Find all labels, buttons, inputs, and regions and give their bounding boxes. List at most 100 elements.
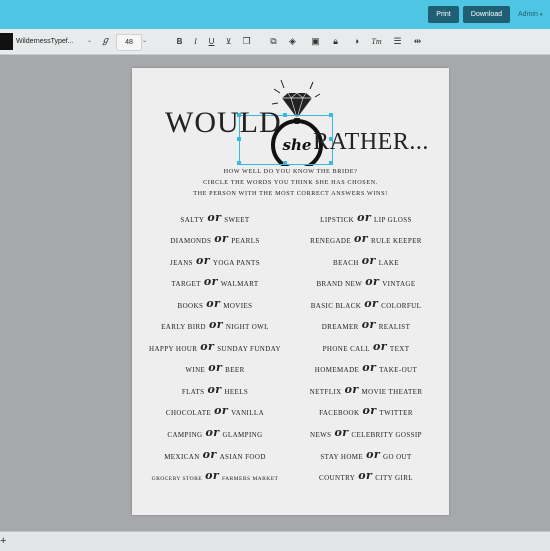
title-would[interactable]: WOULD — [165, 108, 282, 138]
list-item[interactable]: CHOCOLATE or VANILLA — [142, 404, 288, 419]
list-item[interactable]: NETFLIX or MOVIE THEATER — [292, 383, 440, 398]
option-a: BEACH — [333, 259, 359, 267]
list-item[interactable]: BASIC BLACK or COLORFUL — [292, 297, 440, 312]
intro-line[interactable]: HOW WELL DO YOU KNOW THE BRIDE? — [132, 168, 449, 175]
or-word: or — [366, 448, 381, 461]
option-a: RENEGADE — [310, 237, 352, 245]
or-word: or — [362, 361, 377, 374]
admin-menu[interactable]: Admin ▾ — [518, 6, 542, 23]
strikethrough-icon[interactable]: ⊻ — [223, 35, 234, 48]
list-item[interactable]: JEANS or YOGA PANTS — [142, 255, 288, 269]
list-item[interactable]: COUNTRY or CITY GIRL — [292, 469, 440, 484]
option-a: HAPPY HOUR — [149, 345, 198, 353]
italic-icon[interactable]: I — [190, 35, 201, 48]
list-item[interactable]: BEACH or LAKE — [292, 254, 440, 269]
list-item[interactable]: DIAMONDS or PEARLS — [142, 232, 288, 247]
or-word: or — [357, 211, 372, 224]
list-item[interactable]: SALTY or SWEET — [142, 212, 288, 226]
list-item[interactable]: DREAMER or REALIST — [292, 319, 440, 333]
or-word: or — [206, 297, 221, 310]
font-size-input[interactable]: 48 — [116, 34, 142, 51]
option-b: WALMART — [220, 280, 259, 288]
align-icon[interactable]: ⇹ — [412, 35, 423, 48]
list-item[interactable]: MEXICAN or ASIAN FOOD — [142, 448, 288, 463]
option-a: WINE — [185, 366, 206, 374]
list-item[interactable]: BRAND NEW or VINTAGE — [292, 276, 440, 290]
list-item[interactable]: PHONE CALL or TEXT — [292, 340, 440, 355]
option-b: NIGHT OWL — [225, 323, 269, 331]
list-item[interactable]: LIPSTICK or LIP GLOSS — [292, 211, 440, 226]
list-item[interactable]: BOOKS or MOVIES — [142, 297, 288, 312]
list-item[interactable]: HAPPY HOUR or SUNDAY FUNDAY — [142, 340, 288, 355]
option-b: PEARLS — [231, 237, 260, 245]
list-item[interactable]: EARLY BIRD or NIGHT OWL — [142, 319, 288, 333]
option-a: HOMEMADE — [314, 366, 360, 374]
or-word: or — [358, 469, 373, 482]
resize-handle[interactable] — [283, 113, 287, 117]
intro-line[interactable]: CIRCLE THE WORDS YOU THINK SHE HAS CHOSE… — [132, 179, 449, 186]
option-a: COUNTRY — [319, 474, 356, 482]
document-page[interactable]: she WOULD RATHER... HOW WELL DO YOU KNOW… — [132, 68, 449, 515]
or-word: or — [207, 383, 222, 396]
list-item[interactable]: GROCERY STORE or FARMERS MARKET — [142, 470, 288, 485]
option-a: CAMPING — [167, 431, 203, 439]
list-item[interactable]: WINE or BEER — [142, 361, 288, 376]
list-item[interactable]: FLATS or HEELS — [142, 383, 288, 398]
font-size-chevron-icon[interactable]: ⌄ — [142, 35, 147, 48]
font-family-select[interactable]: WildernessTypef... ⌄ — [16, 35, 92, 48]
option-a: DREAMER — [321, 323, 359, 331]
color-swatch[interactable] — [0, 33, 13, 50]
or-word: or — [361, 254, 376, 267]
resize-handle[interactable] — [329, 113, 333, 117]
line-spacing-icon[interactable]: ☰ — [392, 35, 403, 48]
or-word: or — [200, 340, 215, 353]
option-b: YOGA PANTS — [212, 259, 261, 267]
or-word: or — [214, 232, 229, 245]
option-b: MOVIE THEATER — [361, 388, 423, 396]
option-b: COLORFUL — [381, 302, 422, 310]
formatting-toolbar: WildernessTypef... ⌄ ℊ 48 ⌄ B I U ⊻ ❐ ⧉ … — [0, 29, 550, 55]
intro-line[interactable]: THE PERSON WITH THE MOST CORRECT ANSWERS… — [132, 190, 449, 197]
resize-handle[interactable] — [283, 161, 287, 165]
option-a: PHONE CALL — [322, 345, 370, 353]
download-button[interactable]: Download — [463, 6, 510, 23]
or-word: or — [202, 448, 217, 461]
top-header-bar: Print Download Admin ▾ — [0, 0, 550, 29]
print-button[interactable]: Print — [428, 6, 459, 23]
list-item[interactable]: HOMEMADE or TAKE-OUT — [292, 361, 440, 376]
list-item[interactable]: CAMPING or GLAMPING — [142, 427, 288, 441]
duplicate-icon[interactable]: ❐ — [241, 35, 252, 48]
list-item[interactable]: FACEBOOK or TWITTER — [292, 405, 440, 419]
or-word: or — [372, 340, 387, 353]
or-word: or — [214, 404, 229, 417]
list-item[interactable]: STAY HOME or GO OUT — [292, 448, 440, 463]
resize-handle[interactable] — [237, 161, 241, 165]
option-a: NEWS — [310, 431, 332, 439]
or-word: or — [203, 275, 218, 288]
option-b: RULE KEEPER — [370, 237, 422, 245]
underline-icon[interactable]: U — [206, 35, 217, 48]
text-transform-icon[interactable]: Tт — [371, 35, 382, 48]
or-word: or — [208, 361, 223, 374]
option-a: NETFLIX — [309, 388, 342, 396]
add-page-button[interactable]: + — [0, 534, 6, 548]
lock-icon[interactable]: 🔒︎ — [330, 35, 341, 48]
option-a: DIAMONDS — [170, 237, 212, 245]
frame-icon[interactable]: ▣ — [310, 35, 321, 48]
bold-icon[interactable]: B — [174, 35, 185, 48]
opacity-icon[interactable]: ◑ — [351, 35, 362, 48]
option-a: SALTY — [180, 216, 205, 224]
or-word: or — [344, 383, 359, 396]
or-word: or — [364, 297, 379, 310]
title-rather[interactable]: RATHER... — [313, 130, 429, 154]
layers-icon[interactable]: ◈ — [287, 35, 298, 48]
resize-handle[interactable] — [329, 161, 333, 165]
list-item[interactable]: TARGET or WALMART — [142, 275, 288, 290]
option-b: CELEBRITY GOSSIP — [351, 431, 422, 439]
list-item[interactable]: NEWS or CELEBRITY GOSSIP — [292, 427, 440, 441]
list-item[interactable]: RENEGADE or RULE KEEPER — [292, 233, 440, 247]
option-b: BEER — [225, 366, 245, 374]
bring-forward-icon[interactable]: ⧉ — [268, 35, 279, 48]
script-style-icon[interactable]: ℊ — [100, 35, 111, 48]
option-a: LIPSTICK — [320, 216, 355, 224]
